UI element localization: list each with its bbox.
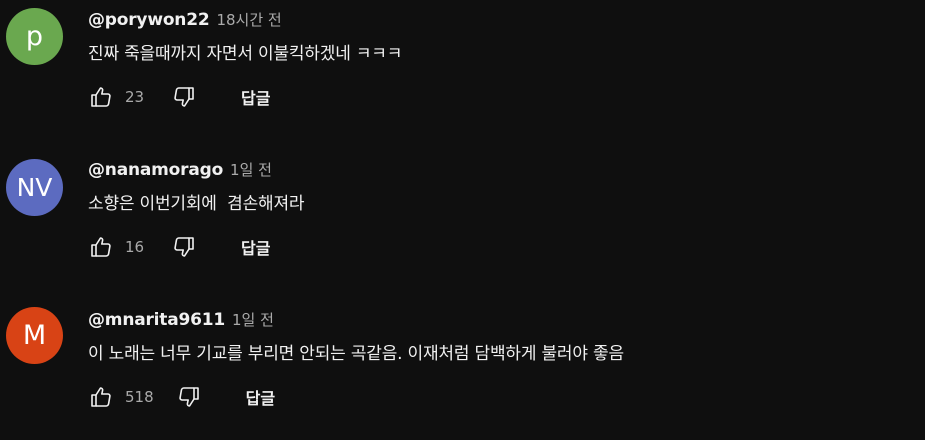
thumbs-up-icon (91, 387, 111, 407)
avatar[interactable]: M (6, 307, 63, 364)
comment-text: 진짜 죽을때까지 자면서 이불킥하겠네 ㅋㅋㅋ (88, 44, 403, 64)
dislike-button[interactable] (171, 234, 197, 260)
like-count: 16 (125, 238, 145, 256)
comment-header: @nanamorago 1일 전 (88, 159, 272, 180)
thumbs-up-icon (91, 87, 111, 107)
thumbs-down-icon (178, 387, 199, 407)
comment-header: @mnarita9611 1일 전 (88, 309, 274, 330)
dislike-button[interactable] (176, 384, 202, 410)
comment-thread-item: M @mnarita9611 1일 전 이 노래는 너무 기교를 부리면 안되는… (0, 300, 925, 440)
comment-actions: 23 답글 (88, 82, 270, 112)
like-count: 23 (125, 88, 145, 106)
thumbs-down-icon (174, 87, 194, 107)
comment-thread-item: NV @nanamorago 1일 전 소향은 이번기회에 겸손해져라 16 답… (0, 150, 925, 300)
reply-button[interactable]: 답글 (241, 85, 270, 109)
avatar[interactable]: p (6, 8, 63, 65)
reply-button[interactable]: 답글 (246, 385, 275, 409)
author-name[interactable]: @nanamorago (88, 160, 223, 180)
author-name[interactable]: @mnarita9611 (88, 310, 225, 330)
published-time[interactable]: 18시간 전 (216, 9, 281, 30)
like-count: 518 (125, 388, 154, 406)
like-button[interactable] (88, 234, 114, 260)
author-name[interactable]: @porywon22 (88, 10, 210, 30)
like-button[interactable] (88, 84, 114, 110)
comment-thread-item: p @porywon22 18시간 전 진짜 죽을때까지 자면서 이불킥하겠네 … (0, 0, 925, 150)
reply-button[interactable]: 답글 (241, 235, 270, 259)
like-button[interactable] (88, 384, 114, 410)
comment-actions: 16 답글 (88, 232, 270, 262)
published-time[interactable]: 1일 전 (232, 309, 274, 330)
comment-text: 소향은 이번기회에 겸손해져라 (88, 194, 305, 214)
comment-header: @porywon22 18시간 전 (88, 9, 282, 30)
dislike-button[interactable] (171, 84, 197, 110)
thumbs-up-icon (91, 237, 111, 257)
comment-actions: 518 답글 (88, 382, 275, 412)
avatar[interactable]: NV (6, 159, 63, 216)
thumbs-down-icon (174, 237, 194, 257)
comment-text: 이 노래는 너무 기교를 부리면 안되는 곡같음. 이재처럼 담백하게 불러야 … (88, 344, 624, 364)
published-time[interactable]: 1일 전 (230, 159, 272, 180)
